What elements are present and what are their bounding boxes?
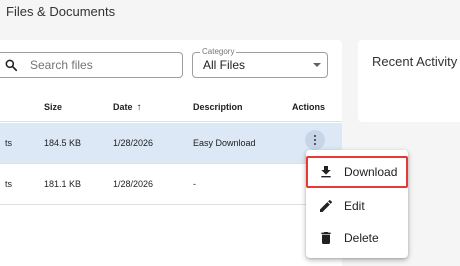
table-row[interactable]: ts 181.1 KB 1/28/2026 - — [0, 164, 342, 205]
file-description: - — [193, 179, 196, 189]
actions-menu: Download Edit Delete — [306, 150, 408, 258]
file-description: Easy Download — [193, 138, 256, 148]
category-label: Category — [200, 47, 237, 57]
delete-icon — [321, 232, 331, 244]
file-name: ts — [5, 138, 13, 148]
file-name: ts — [5, 179, 13, 189]
column-actions: Actions — [292, 102, 326, 112]
column-date[interactable]: Date ↑ — [113, 102, 142, 113]
menu-item-label: Download — [344, 165, 398, 179]
menu-item-label: Delete — [344, 231, 379, 245]
edit-icon — [320, 199, 333, 212]
file-size: 181.1 KB — [44, 179, 82, 189]
more-actions-icon[interactable] — [305, 130, 325, 150]
menu-item-download[interactable]: Download — [306, 156, 408, 188]
category-select[interactable]: Category All Files — [192, 47, 328, 78]
category-value: All Files — [203, 58, 246, 72]
table-header: Size Date ↑ Description Actions — [0, 93, 342, 122]
chevron-down-icon — [313, 63, 321, 67]
search-input[interactable] — [30, 56, 175, 74]
search-field[interactable] — [0, 52, 183, 78]
table-row[interactable]: ts 184.5 KB 1/28/2026 Easy Download — [0, 123, 342, 164]
download-icon — [321, 166, 331, 178]
sort-ascending-icon: ↑ — [136, 102, 142, 113]
page-title: Files & Documents — [6, 4, 116, 19]
menu-item-label: Edit — [344, 199, 365, 213]
file-date: 1/28/2026 — [113, 138, 154, 148]
column-size[interactable]: Size — [44, 102, 62, 112]
search-icon — [5, 59, 18, 72]
menu-item-delete[interactable]: Delete — [306, 222, 408, 254]
column-description[interactable]: Description — [193, 102, 243, 112]
recent-activity-card: Recent Activity — [358, 40, 460, 122]
recent-activity-title: Recent Activity — [372, 54, 458, 69]
file-size: 184.5 KB — [44, 138, 82, 148]
file-date: 1/28/2026 — [113, 179, 154, 189]
menu-item-edit[interactable]: Edit — [306, 190, 408, 222]
